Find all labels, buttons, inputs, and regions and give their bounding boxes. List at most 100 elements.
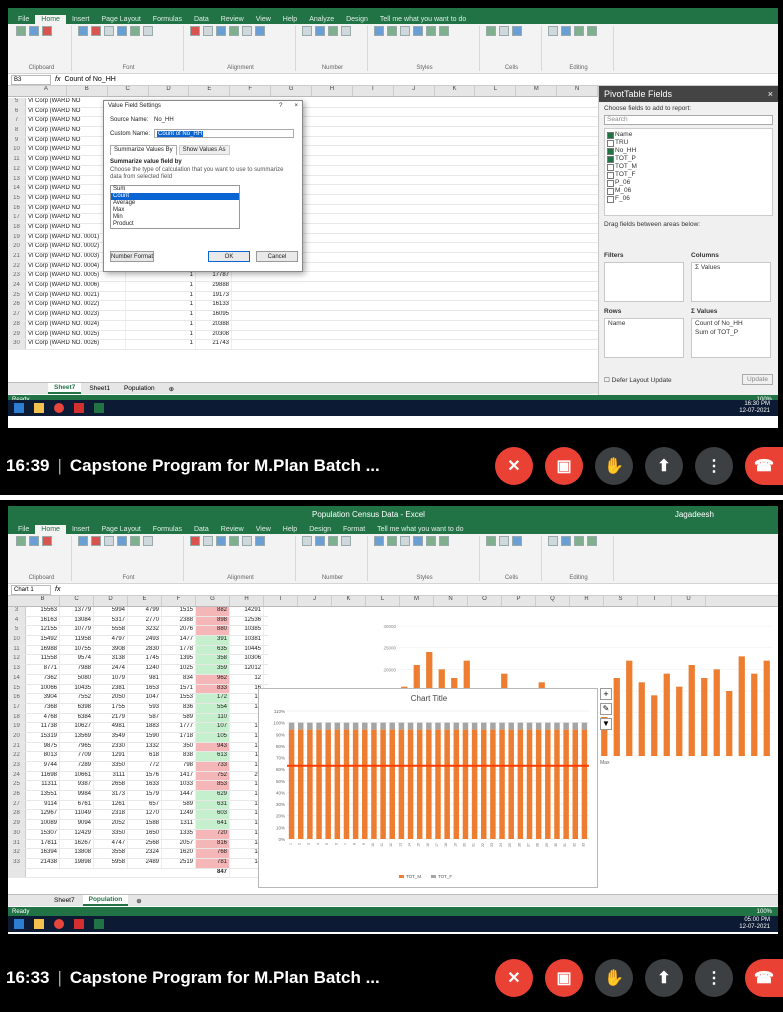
- cell-row-label[interactable]: Vl Corp (WARD NO: [26, 117, 106, 127]
- ribbon-command-icon[interactable]: [587, 536, 597, 546]
- column-header[interactable]: T: [638, 596, 672, 606]
- column-header[interactable]: E: [189, 86, 231, 96]
- table-cell[interactable]: 834: [162, 674, 196, 684]
- sheet-tab[interactable]: Sheet7: [48, 896, 81, 905]
- table-cell[interactable]: 11558: [26, 655, 60, 665]
- pivot-field-checkbox[interactable]: F_06: [605, 195, 772, 203]
- ribbon-tab[interactable]: Analyze: [303, 15, 340, 24]
- ribbon-command-icon[interactable]: [42, 536, 52, 546]
- ribbon-tab[interactable]: Insert: [66, 15, 96, 24]
- column-header[interactable]: F: [162, 596, 196, 606]
- cell-count[interactable]: 1: [126, 291, 196, 301]
- cell-row-label[interactable]: Vl Corp (WARD NO: [26, 107, 106, 117]
- more-options-icon[interactable]: ⋮: [695, 959, 733, 997]
- table-cell[interactable]: 2493: [128, 636, 162, 645]
- cell-row-label[interactable]: Vl Corp (WARD NO: [26, 136, 106, 146]
- sheet-tab[interactable]: Population: [118, 384, 161, 393]
- pivot-field-checkbox[interactable]: TOT_F: [605, 171, 772, 179]
- help-icon[interactable]: ?: [279, 103, 282, 109]
- ribbon-command-icon[interactable]: [16, 26, 26, 36]
- table-cell[interactable]: 2179: [94, 713, 128, 723]
- ribbon-command-icon[interactable]: [400, 536, 410, 546]
- ribbon-command-icon[interactable]: [16, 536, 26, 546]
- tab-summarize-values-by[interactable]: Summarize Values By: [110, 145, 177, 155]
- column-header[interactable]: L: [475, 86, 517, 96]
- table-cell[interactable]: 7709: [60, 752, 94, 761]
- table-cell[interactable]: 752: [196, 771, 230, 781]
- chart-object[interactable]: Chart Title 110% 100% 90% 80% 70% 60% 50% 40% 30%…: [258, 688, 598, 888]
- cell-sum[interactable]: 20388: [196, 320, 232, 330]
- table-cell[interactable]: 12: [230, 674, 264, 684]
- table-cell[interactable]: 554: [196, 703, 230, 713]
- ribbon-command-icon[interactable]: [117, 536, 127, 546]
- table-cell[interactable]: 21438: [26, 858, 60, 868]
- ribbon-command-icon[interactable]: [78, 26, 88, 36]
- table-cell[interactable]: 3558: [94, 849, 128, 858]
- ribbon-command-icon[interactable]: [374, 26, 384, 36]
- table-cell[interactable]: 3350: [94, 762, 128, 771]
- table-cell[interactable]: 882: [196, 607, 230, 616]
- table-cell[interactable]: 2658: [94, 781, 128, 791]
- formula-bar[interactable]: B3 fx Count of No_HH: [8, 74, 778, 86]
- table-cell[interactable]: 3908: [94, 645, 128, 655]
- table-cell[interactable]: 733: [196, 762, 230, 771]
- ribbon-tab[interactable]: Home: [35, 15, 66, 24]
- table-cell[interactable]: 5558: [94, 626, 128, 636]
- table-cell[interactable]: 589: [162, 800, 196, 810]
- ribbon-command-icon[interactable]: [387, 26, 397, 36]
- ribbon-command-icon[interactable]: [426, 536, 436, 546]
- cell-sum[interactable]: 16095: [196, 311, 232, 320]
- columns-area[interactable]: Σ Values: [691, 262, 771, 302]
- table-cell[interactable]: 3350: [94, 829, 128, 839]
- formula-content[interactable]: Count of No_HH: [64, 76, 115, 83]
- ribbon-command-icon[interactable]: [190, 26, 200, 36]
- pivot-field-checkbox[interactable]: No_HH: [605, 147, 772, 155]
- table-cell[interactable]: 2324: [128, 849, 162, 858]
- table-cell[interactable]: 3549: [94, 732, 128, 742]
- table-cell[interactable]: 5080: [60, 674, 94, 684]
- ribbon-tab[interactable]: Format: [337, 525, 371, 534]
- ribbon-command-icon[interactable]: [574, 26, 584, 36]
- table-cell[interactable]: 15492: [26, 636, 60, 645]
- cell-row-label[interactable]: Vl Corp (WARD NO: [26, 127, 106, 136]
- column-header[interactable]: D: [94, 596, 128, 606]
- list-item[interactable]: Sum: [111, 186, 239, 193]
- ribbon-command-icon[interactable]: [426, 26, 436, 36]
- table-cell[interactable]: 12012: [230, 665, 264, 674]
- ribbon-tab[interactable]: Formulas: [147, 525, 188, 534]
- name-box[interactable]: Chart 1: [11, 584, 51, 595]
- table-cell[interactable]: 11958: [60, 636, 94, 645]
- table-cell[interactable]: 107: [196, 723, 230, 732]
- start-icon[interactable]: [14, 403, 24, 413]
- table-cell[interactable]: 7552: [60, 694, 94, 703]
- table-cell[interactable]: 7988: [60, 665, 94, 674]
- table-cell[interactable]: 2489: [128, 858, 162, 868]
- ribbon-command-icon[interactable]: [104, 536, 114, 546]
- table-cell[interactable]: 1590: [128, 732, 162, 742]
- table-cell[interactable]: 9114: [26, 800, 60, 810]
- ribbon-command-icon[interactable]: [242, 536, 252, 546]
- table-cell[interactable]: 589: [162, 713, 196, 723]
- table-cell[interactable]: 1249: [162, 810, 196, 820]
- ribbon-tab[interactable]: View: [250, 15, 277, 24]
- list-item[interactable]: Average: [111, 200, 239, 207]
- table-cell[interactable]: 15307: [26, 829, 60, 839]
- table-cell[interactable]: 12429: [60, 829, 94, 839]
- column-header[interactable]: M: [516, 86, 558, 96]
- ribbon-command-icon[interactable]: [315, 26, 325, 36]
- ribbon-command-icon[interactable]: [190, 536, 200, 546]
- ribbon-command-icon[interactable]: [130, 536, 140, 546]
- table-cell[interactable]: 13779: [60, 607, 94, 616]
- table-cell[interactable]: 657: [128, 800, 162, 810]
- table-cell[interactable]: 6761: [60, 800, 94, 810]
- column-header[interactable]: A: [26, 86, 67, 96]
- table-cell[interactable]: 3232: [128, 626, 162, 636]
- table-cell[interactable]: 7368: [26, 703, 60, 713]
- table-cell[interactable]: 4768: [26, 713, 60, 723]
- ribbon-command-icon[interactable]: [387, 536, 397, 546]
- table-cell[interactable]: 1417: [162, 771, 196, 781]
- table-cell[interactable]: 4747: [94, 839, 128, 849]
- table-cell[interactable]: 4797: [94, 636, 128, 645]
- cell-count[interactable]: 1: [126, 330, 196, 340]
- excel-icon[interactable]: [94, 919, 104, 929]
